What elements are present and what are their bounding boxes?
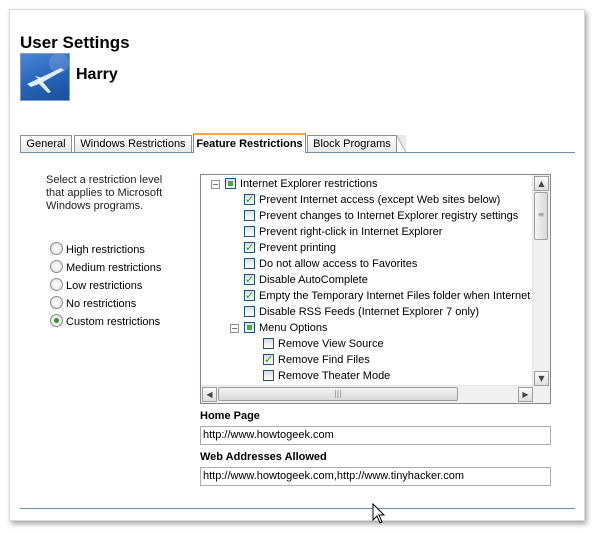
tab-feature-restrictions[interactable]: Feature Restrictions — [193, 133, 306, 153]
radio-high-restrictions[interactable]: High restrictions — [50, 242, 145, 256]
tree-label: Menu Options — [259, 322, 328, 334]
radio-button-selected[interactable] — [50, 314, 63, 327]
radio-label: No restrictions — [66, 298, 137, 310]
vertical-scrollbar[interactable]: ▲ ≡ ▼ — [532, 175, 550, 387]
tree-label: Internet Explorer restrictions — [240, 178, 378, 190]
tree-label: Prevent printing — [259, 242, 337, 254]
tree-root-ie[interactable]: Internet Explorer restrictions — [225, 176, 378, 192]
tree-checkbox[interactable] — [244, 210, 255, 221]
tree-subitem[interactable]: Remove View Source — [263, 336, 384, 352]
radio-label: Low restrictions — [66, 280, 143, 292]
tree-label: Empty the Temporary Internet Files folde… — [259, 290, 534, 302]
tab-general[interactable]: General — [20, 135, 72, 152]
tree-node-menu-options[interactable]: Menu Options — [244, 320, 327, 336]
tree-item[interactable]: Do not allow access to Favorites — [244, 256, 417, 272]
user-avatar — [20, 53, 70, 101]
scroll-left-icon[interactable]: ◀ — [202, 387, 217, 402]
tree-label: Remove View Source — [278, 338, 384, 350]
radio-label: Medium restrictions — [66, 262, 162, 274]
tree-checkbox[interactable] — [263, 352, 274, 368]
page-title: User Settings — [20, 33, 130, 52]
allowed-sites-label: Web Addresses Allowed — [200, 451, 327, 463]
tree-checkbox[interactable] — [244, 192, 255, 208]
tree-label: Disable AutoComplete — [259, 274, 368, 286]
collapse-icon[interactable]: − — [230, 324, 239, 333]
scroll-thumb-vertical[interactable]: ≡ — [534, 192, 548, 240]
tree-content: − Internet Explorer restrictions Prevent… — [201, 175, 534, 387]
tree-checkbox[interactable] — [244, 258, 255, 269]
radio-low-restrictions[interactable]: Low restrictions — [50, 278, 142, 292]
tree-checkbox[interactable] — [244, 306, 255, 317]
tree-item[interactable]: Prevent printing — [244, 240, 336, 256]
radio-label: High restrictions — [66, 244, 145, 256]
scroll-up-icon[interactable]: ▲ — [534, 176, 549, 191]
tree-label: Do not allow access to Favorites — [259, 258, 418, 270]
tab-block-programs[interactable]: Block Programs — [307, 135, 406, 153]
tree-label: Remove Find Files — [278, 354, 370, 366]
username: Harry — [76, 66, 118, 83]
tab-windows-restrictions[interactable]: Windows Restrictions — [74, 135, 192, 152]
scroll-down-icon[interactable]: ▼ — [534, 371, 549, 386]
tree-subitem[interactable]: Remove Find Files — [263, 352, 370, 368]
bottom-divider — [20, 508, 575, 509]
tree-item[interactable]: Prevent right-click in Internet Explorer — [244, 224, 442, 240]
tree-checkbox[interactable] — [244, 322, 255, 333]
collapse-icon[interactable]: − — [211, 180, 220, 189]
horizontal-scrollbar[interactable]: ◀ ||| ▶ — [201, 385, 534, 403]
tree-item[interactable]: Empty the Temporary Internet Files folde… — [244, 288, 534, 304]
homepage-label: Home Page — [200, 410, 260, 422]
radio-button[interactable] — [50, 242, 63, 255]
airplane-icon — [27, 54, 69, 93]
scroll-thumb-horizontal[interactable]: ||| — [218, 387, 458, 401]
homepage-field[interactable]: http://www.howtogeek.com — [200, 426, 551, 445]
radio-medium-restrictions[interactable]: Medium restrictions — [50, 260, 161, 274]
tree-checkbox[interactable] — [225, 178, 236, 189]
tree-checkbox[interactable] — [263, 370, 274, 381]
scrollbar-corner — [533, 386, 550, 403]
tree-checkbox[interactable] — [263, 338, 274, 349]
scroll-right-icon[interactable]: ▶ — [518, 387, 533, 402]
radio-button[interactable] — [50, 260, 63, 273]
allowed-sites-field[interactable]: http://www.howtogeek.com,http://www.tiny… — [200, 467, 551, 486]
restrictions-tree[interactable]: − Internet Explorer restrictions Prevent… — [200, 174, 551, 404]
tree-item[interactable]: Disable RSS Feeds (Internet Explorer 7 o… — [244, 304, 479, 320]
tree-label: Prevent right-click in Internet Explorer — [259, 226, 443, 238]
mouse-cursor-icon — [372, 503, 386, 524]
tree-checkbox[interactable] — [244, 288, 255, 304]
tree-item[interactable]: Prevent Internet access (except Web site… — [244, 192, 500, 208]
radio-button[interactable] — [50, 278, 63, 291]
tree-label: Prevent Internet access (except Web site… — [259, 194, 501, 206]
radio-custom-restrictions[interactable]: Custom restrictions — [50, 314, 160, 328]
tree-label: Disable RSS Feeds (Internet Explorer 7 o… — [259, 306, 480, 318]
tree-checkbox[interactable] — [244, 272, 255, 288]
radio-label: Custom restrictions — [66, 316, 161, 328]
radio-no-restrictions[interactable]: No restrictions — [50, 296, 136, 310]
tree-item[interactable]: Prevent changes to Internet Explorer reg… — [244, 208, 518, 224]
tree-subitem[interactable]: Remove Theater Mode — [263, 368, 390, 384]
tree-checkbox[interactable] — [244, 240, 255, 256]
tree-item[interactable]: Disable AutoComplete — [244, 272, 368, 288]
tree-label: Prevent changes to Internet Explorer reg… — [259, 210, 519, 222]
tree-checkbox[interactable] — [244, 226, 255, 237]
tree-label: Remove Theater Mode — [278, 370, 391, 382]
restriction-description: Select a restriction level that applies … — [46, 174, 163, 212]
tab-strip: General Windows Restrictions Feature Res… — [20, 133, 575, 153]
radio-button[interactable] — [50, 296, 63, 309]
